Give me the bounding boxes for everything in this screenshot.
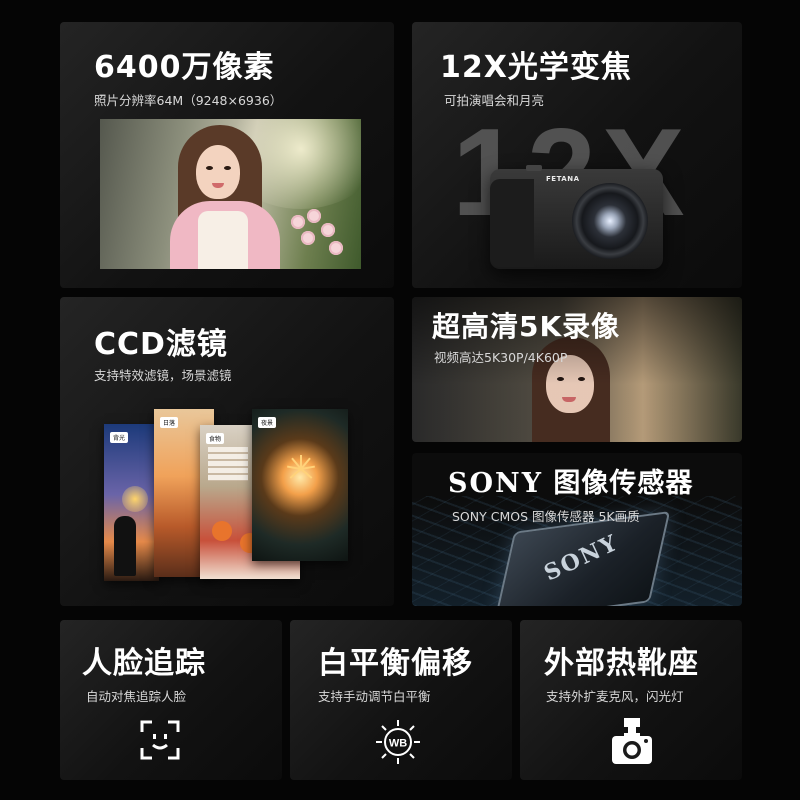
video-subtitle: 视频高达5K30P/4K60P [434, 350, 568, 365]
hotshoe-subtitle: 支持外扩麦克风，闪光灯 [546, 689, 684, 704]
camera-brand: FETANA [546, 175, 580, 183]
zoom-title: 12X光学变焦 [440, 50, 632, 85]
camera-image: FETANA [490, 165, 663, 269]
portrait-photo [100, 119, 361, 269]
video-title: 超高清5K录像 [432, 310, 621, 343]
wb-sun-icon: WB [376, 720, 420, 764]
wb-title: 白平衡偏移 [318, 646, 473, 681]
filter-tag: 食物 [206, 433, 225, 444]
filter-card-night: 夜景 [252, 409, 348, 561]
filter-tag: 夜景 [258, 417, 277, 428]
zoom-card: 12X 12X光学变焦 可拍演唱会和月亮 FETANA [412, 22, 742, 288]
zoom-subtitle: 可拍演唱会和月亮 [444, 93, 545, 108]
pixels-subtitle: 照片分辨率64M（9248×6936） [94, 93, 283, 108]
face-title: 人脸追踪 [82, 646, 206, 681]
video-card: 超高清5K录像 视频高达5K30P/4K60P [412, 297, 742, 442]
ccd-title: CCD滤镜 [94, 327, 228, 362]
pixels-title: 6400万像素 [94, 50, 275, 85]
face-frame-icon [140, 720, 180, 760]
flash-camera-icon [612, 718, 652, 764]
ccd-card: CCD滤镜 支持特效滤镜，场景滤镜 背光 日落 食物 夜景 [60, 297, 394, 606]
sensor-title-rest: 图像传感器 [553, 468, 694, 499]
ccd-subtitle: 支持特效滤镜，场景滤镜 [94, 368, 232, 383]
pixels-card: 6400万像素 照片分辨率64M（9248×6936） [60, 22, 394, 288]
camera-lens [572, 183, 648, 259]
sensor-subtitle: SONY CMOS 图像传感器 5K画质 [452, 509, 640, 524]
sensor-title-brand: SONY [448, 468, 543, 499]
hot-shoe-card: 外部热靴座 支持外扩麦克风，闪光灯 [520, 620, 742, 780]
filter-tag: 背光 [110, 432, 129, 443]
face-subtitle: 自动对焦追踪人脸 [86, 689, 187, 704]
sensor-title: SONY 图像传感器 [448, 461, 693, 500]
hotshoe-title: 外部热靴座 [544, 646, 699, 681]
sensor-card: SONY SONY 图像传感器 SONY CMOS 图像传感器 5K画质 [412, 453, 742, 606]
wb-subtitle: 支持手动调节白平衡 [318, 689, 431, 704]
filter-card-backlight: 背光 [104, 424, 159, 581]
filter-tag: 日落 [160, 417, 179, 428]
wb-icon-text: WB [389, 738, 407, 750]
white-balance-card: 白平衡偏移 支持手动调节白平衡 WB [290, 620, 512, 780]
face-tracking-card: 人脸追踪 自动对焦追踪人脸 [60, 620, 282, 780]
